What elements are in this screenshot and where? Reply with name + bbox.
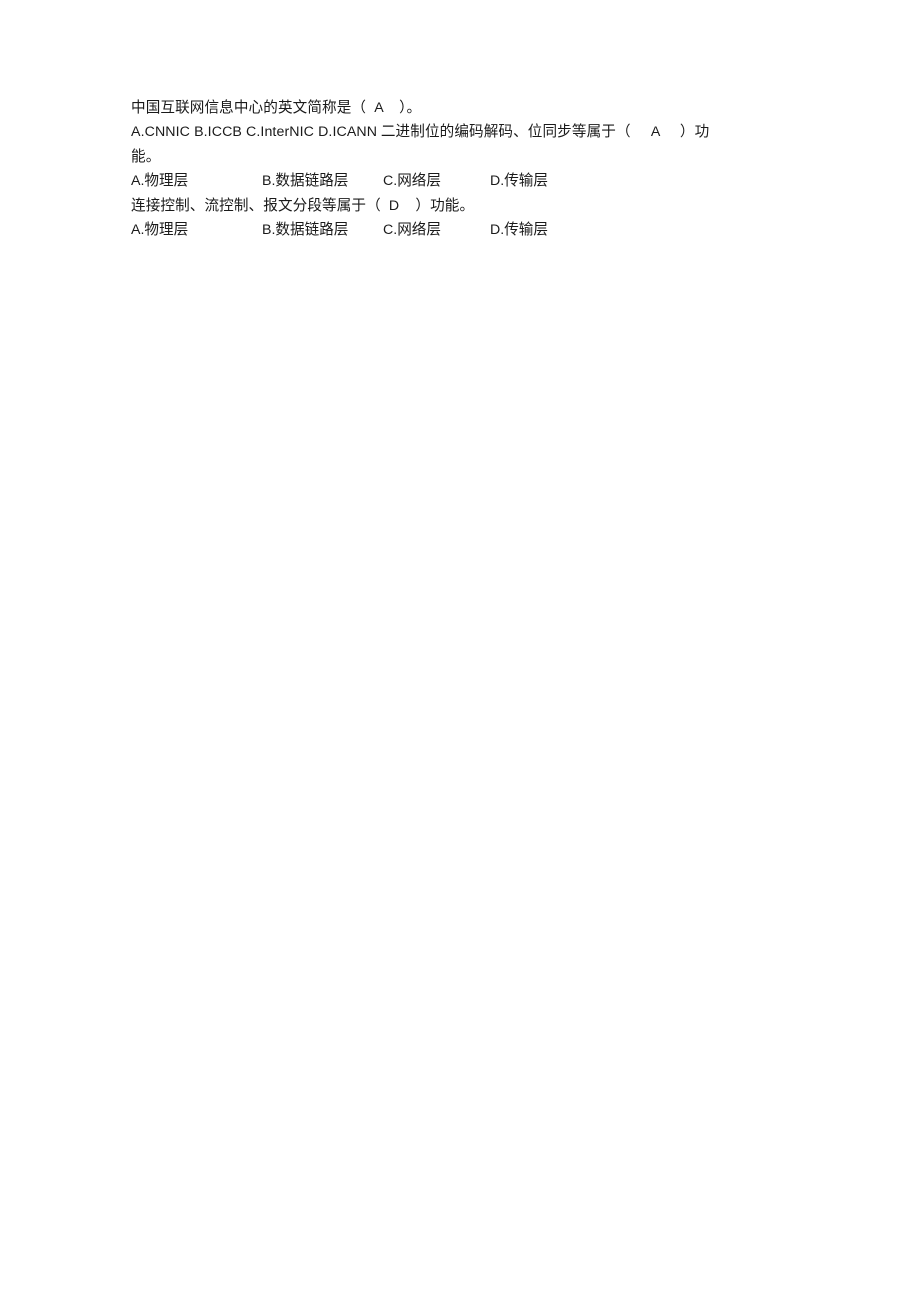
question-3-option-d: D.传输层 xyxy=(490,218,548,242)
question-2-answer-gap-right xyxy=(660,124,680,140)
question-3-option-c-text: 网络层 xyxy=(397,222,441,239)
question-2-option-c-label: C. xyxy=(383,173,398,190)
question-2-stem-after-part2: 能。 xyxy=(131,148,161,165)
question-2-option-b: B.数据链路层 xyxy=(262,169,383,193)
question-2-option-d-text: 传输层 xyxy=(504,173,548,190)
question-3-option-d-label: D. xyxy=(490,222,505,239)
question-3-stem-line: 连接控制、流控制、报文分段等属于（ D ）功能。 xyxy=(131,194,791,218)
question-3-option-c-label: C. xyxy=(383,222,398,239)
question-3-option-a-label: A. xyxy=(131,222,145,239)
question-2-option-d: D.传输层 xyxy=(490,169,548,193)
question-1-answer: A xyxy=(374,100,383,116)
question-2-option-a-text: 物理层 xyxy=(144,173,189,190)
question-1-stem-after: ）。 xyxy=(399,100,422,116)
question-3-answer-gap-left xyxy=(381,198,389,214)
question-1-answer-gap-right xyxy=(383,100,399,116)
question-3-option-b: B.数据链路层 xyxy=(262,218,383,242)
question-2-stem-before: 二进制位的编码解码、位同步等属于（ xyxy=(380,124,631,141)
question-2-option-c: C.网络层 xyxy=(383,169,490,193)
document-text-body: 中国互联网信息中心的英文简称是（ A ）。 A.CNNIC B.ICCB C.I… xyxy=(131,96,791,242)
question-2-option-b-label: B. xyxy=(262,173,276,190)
question-3-answer: D xyxy=(388,197,400,214)
question-1-answer-gap-left xyxy=(366,100,374,116)
question-3-option-a: A.物理层 xyxy=(131,218,262,242)
question-2-stem-wrap-line: 能。 xyxy=(131,145,791,169)
question-3-option-b-label: B. xyxy=(262,222,276,239)
question-2-option-a: A.物理层 xyxy=(131,169,262,193)
question-1-inline-options: A.CNNIC B.ICCB C.InterNIC D.ICANN xyxy=(131,124,378,141)
question-1-stem-line: 中国互联网信息中心的英文简称是（ A ）。 xyxy=(131,96,791,120)
question-3-option-b-text: 数据链路层 xyxy=(275,222,349,239)
question-2-stem-after-part1: ）功 xyxy=(679,124,710,141)
question-3-stem-after: ）功能。 xyxy=(415,197,475,214)
question-3-answer-gap-right xyxy=(399,198,415,214)
question-2-answer: A xyxy=(650,124,660,141)
document-page: 中国互联网信息中心的英文简称是（ A ）。 A.CNNIC B.ICCB C.I… xyxy=(0,0,920,1302)
question-2-options-row: A.物理层 B.数据链路层 C.网络层 D.传输层 xyxy=(131,169,791,193)
question-1-options-and-question-2-stem-line: A.CNNIC B.ICCB C.InterNIC D.ICANN 二进制位的编… xyxy=(131,120,791,144)
question-3-option-c: C.网络层 xyxy=(383,218,490,242)
question-2-option-d-label: D. xyxy=(490,173,505,190)
question-3-option-d-text: 传输层 xyxy=(504,222,548,239)
question-1-stem-before: 中国互联网信息中心的英文简称是（ xyxy=(131,100,367,116)
question-2-answer-gap-left xyxy=(631,124,651,140)
question-2-option-a-label: A. xyxy=(131,173,145,190)
question-3-option-a-text: 物理层 xyxy=(144,222,189,239)
question-3-stem-before: 连接控制、流控制、报文分段等属于（ xyxy=(131,197,381,214)
question-2-option-c-text: 网络层 xyxy=(397,173,441,190)
question-2-option-b-text: 数据链路层 xyxy=(275,173,349,190)
question-3-options-row: A.物理层 B.数据链路层 C.网络层 D.传输层 xyxy=(131,218,791,242)
